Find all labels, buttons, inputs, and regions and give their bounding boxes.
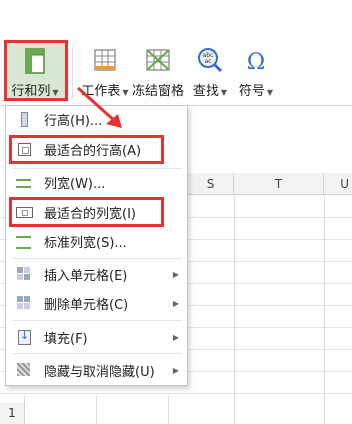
freeze-panes-label: 冻结窗格 <box>131 84 184 99</box>
menu-separator <box>12 320 182 321</box>
menu-item-hide-unhide[interactable]: 隐藏与取消隐藏(U) ▶ <box>6 357 187 383</box>
menu-separator <box>12 258 182 259</box>
highlight-box-rows-columns <box>4 40 68 101</box>
grid-line <box>324 195 325 424</box>
submenu-arrow-icon: ▶ <box>172 298 179 308</box>
delete-cells-icon <box>16 295 32 311</box>
row-header-1[interactable]: 1 <box>0 403 25 424</box>
menu-separator <box>12 353 182 354</box>
symbol-label: 符号 <box>238 84 265 99</box>
ribbon-toolbar: 行和列 ▼ 工作表 ▼ 冻结窗格 abc ac 查找 ▼ Ω 符号 ▼ <box>0 0 352 106</box>
column-header-s[interactable]: S <box>188 173 234 195</box>
grid-line <box>96 396 97 424</box>
column-header-u[interactable]: U <box>324 173 352 195</box>
menu-item-delete-cells[interactable]: 删除单元格(C) ▶ <box>6 290 187 316</box>
find-button[interactable]: abc ac 查找 ▼ <box>188 40 232 100</box>
grid-line <box>234 195 235 424</box>
column-header-t[interactable]: T <box>234 173 324 195</box>
chevron-down-icon: ▼ <box>220 88 228 97</box>
grid-line <box>168 396 169 424</box>
worksheet-icon <box>90 46 120 76</box>
highlight-box-autofit-row <box>9 135 164 164</box>
row-height-icon <box>16 111 32 127</box>
annotation-arrow-icon <box>76 86 122 128</box>
svg-text:Ω: Ω <box>247 50 265 75</box>
standard-column-width-icon <box>16 233 32 249</box>
grid-line <box>0 393 352 394</box>
submenu-arrow-icon: ▶ <box>172 332 179 342</box>
freeze-panes-button[interactable]: 冻结窗格 <box>128 40 188 100</box>
insert-cells-icon <box>16 266 32 282</box>
omega-symbol-icon: Ω <box>241 46 271 76</box>
hide-unhide-icon <box>16 362 32 378</box>
highlight-box-autofit-column <box>9 197 164 227</box>
chevron-down-icon: ▼ <box>266 88 274 97</box>
column-width-icon <box>16 174 32 190</box>
menu-item-standard-column-width[interactable]: 标准列宽(S)... <box>6 228 187 254</box>
find-label: 查找 <box>192 84 219 99</box>
menu-item-column-width[interactable]: 列宽(W)... <box>6 169 187 195</box>
fill-icon <box>16 329 32 345</box>
rows-columns-dropdown-menu: 行高(H)... 最适合的行高(A) 列宽(W)... 最适合的列宽(I) 标准… <box>5 105 188 386</box>
find-icon: abc ac <box>195 46 225 76</box>
menu-item-fill[interactable]: 填充(F) ▶ <box>6 324 187 350</box>
submenu-arrow-icon: ▶ <box>172 269 179 279</box>
svg-text:ac: ac <box>205 58 212 65</box>
submenu-arrow-icon: ▶ <box>172 365 179 375</box>
freeze-panes-icon <box>143 46 173 76</box>
symbol-button[interactable]: Ω 符号 ▼ <box>234 40 278 100</box>
menu-item-insert-cells[interactable]: 插入单元格(E) ▶ <box>6 261 187 287</box>
